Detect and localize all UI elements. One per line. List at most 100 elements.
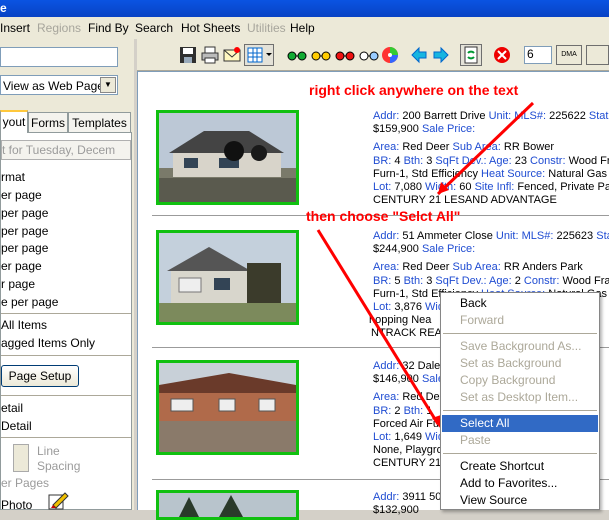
glasses-yellow-icon[interactable] xyxy=(311,46,331,64)
view-select[interactable]: View as Web Page ▼ xyxy=(0,75,118,95)
listing-photo[interactable] xyxy=(156,110,299,205)
color-wheel-icon[interactable] xyxy=(381,46,399,64)
menu-regions[interactable]: Regions xyxy=(37,21,81,35)
view-select-value: View as Web Page xyxy=(3,79,104,93)
listing-heat-line: Forced Air Fur xyxy=(373,418,443,430)
listing-lot-line: Lot: 7,080 Width: 60 Site Infl: Fenced, … xyxy=(373,181,609,193)
listing-area-line: Area: Red Deer Sub Area: RR Bower xyxy=(373,141,555,153)
listing-address-line: Addr: 51 Ammeter Close Unit: MLS#: 22562… xyxy=(373,230,609,242)
menu-insert[interactable]: Insert xyxy=(0,21,30,35)
ctx-set-background[interactable]: Set as Background xyxy=(442,355,598,372)
print-icon[interactable] xyxy=(201,46,219,64)
annotation-select-all: then choose "Selct All" xyxy=(306,208,461,224)
listing-features-line: None, Playgrou xyxy=(373,444,449,456)
listing-broker-line: CENTURY 21 LESAND ADVANTAGE xyxy=(373,194,557,206)
glasses-red-icon[interactable] xyxy=(335,46,355,64)
format-option[interactable]: per page xyxy=(1,224,48,238)
ctx-back[interactable]: Back xyxy=(442,295,598,312)
format-option[interactable]: per page xyxy=(1,241,48,255)
date-field[interactable]: t for Tuesday, Decem xyxy=(1,140,131,160)
title-bar: e xyxy=(0,0,609,17)
page-setup-button[interactable]: Page Setup xyxy=(1,365,79,387)
menu-hot-sheets[interactable]: Hot Sheets xyxy=(181,21,240,35)
save-icon[interactable] xyxy=(179,46,197,64)
window-title: e xyxy=(0,1,7,15)
grid-view-button[interactable] xyxy=(244,44,274,66)
chevron-down-icon[interactable]: ▼ xyxy=(100,77,116,93)
arrow-left-icon[interactable] xyxy=(410,46,428,64)
tab-bar: yout Forms Templates xyxy=(0,110,134,133)
listing-lot-line: Lot: 1,649 Wid xyxy=(373,431,444,443)
email-icon[interactable] xyxy=(223,46,241,64)
stop-icon[interactable] xyxy=(493,46,511,64)
refresh-button[interactable] xyxy=(460,44,482,66)
name-input[interactable] xyxy=(0,47,118,67)
glasses-multi-icon[interactable] xyxy=(359,46,379,64)
listing-address-line: Addr: 200 Barrett Drive Unit: MLS#: 2256… xyxy=(373,110,609,122)
format-option[interactable]: r page xyxy=(1,277,35,291)
arrow-right-icon[interactable] xyxy=(432,46,450,64)
line-spacing-spinner[interactable] xyxy=(13,444,29,472)
listing-rooms-line: BR: 2 Bth: 1 xyxy=(373,405,433,417)
ctx-add-favorites[interactable]: Add to Favorites... xyxy=(442,475,598,492)
tab-layout[interactable]: yout xyxy=(0,110,28,133)
ctx-copy-background[interactable]: Copy Background xyxy=(442,372,598,389)
listing-heat-line: Furn-1, Std Efficiency Heat Source: Natu… xyxy=(373,168,607,180)
format-option[interactable]: per page xyxy=(1,206,48,220)
listing-rooms-line: BR: 5 Bth: 3 SqFt Dev.: Age: 2 Constr: W… xyxy=(373,275,609,287)
detail-option[interactable]: Detail xyxy=(1,419,32,433)
dma-button[interactable]: DMA xyxy=(556,45,582,65)
ctx-separator xyxy=(443,410,597,411)
listing-price-line: $132,900 xyxy=(373,504,419,516)
listing-address-line: Addr: 3911 50 xyxy=(373,491,442,503)
menu-bar: Insert Regions Find By Search Hot Sheets… xyxy=(0,17,609,39)
menu-help[interactable]: Help xyxy=(290,21,315,35)
listing-lot-line: Lot: 3,876 Wid xyxy=(373,301,444,313)
divider xyxy=(1,437,131,438)
ctx-view-source[interactable]: View Source xyxy=(442,492,598,509)
ctx-paste[interactable]: Paste xyxy=(442,432,598,449)
menu-find-by[interactable]: Find By xyxy=(88,21,129,35)
layout-panel: t for Tuesday, Decem rmat er page per pa… xyxy=(0,132,132,512)
pencil-icon[interactable] xyxy=(47,491,69,511)
ctx-save-background[interactable]: Save Background As... xyxy=(442,338,598,355)
listing-area-line: Area: Red Dee xyxy=(373,391,446,403)
format-option[interactable]: er page xyxy=(1,259,42,273)
print-tagged-items[interactable]: agged Items Only xyxy=(1,336,95,350)
detail-option[interactable]: etail xyxy=(1,401,23,415)
listing-price-line: $244,900 Sale Price: xyxy=(373,243,476,255)
format-option[interactable]: e per page xyxy=(1,295,58,309)
print-all-items[interactable]: All Items xyxy=(1,318,47,332)
menu-search[interactable]: Search xyxy=(135,21,173,35)
listing-address-line: Addr: 32 Dale xyxy=(373,360,441,372)
divider xyxy=(1,355,131,356)
glasses-green-icon[interactable] xyxy=(287,46,307,64)
format-label: rmat xyxy=(1,170,25,184)
ctx-forward[interactable]: Forward xyxy=(442,312,598,329)
listing-features-line: hopping Nea xyxy=(369,314,432,326)
line-spacing-label: Line Spacing xyxy=(37,444,81,473)
listing-broker-line: NTRACK REA xyxy=(371,327,442,339)
ctx-set-desktop-item[interactable]: Set as Desktop Item... xyxy=(442,389,598,406)
divider xyxy=(1,395,131,396)
listing-area-line: Area: Red Deer Sub Area: RR Anders Park xyxy=(373,261,583,273)
left-panel: View as Web Page ▼ yout Forms Templates … xyxy=(0,39,134,512)
listing-photo[interactable] xyxy=(156,490,299,520)
pages-label: er Pages xyxy=(1,476,50,490)
menu-utilities[interactable]: Utilities xyxy=(247,21,286,35)
format-option[interactable]: er page xyxy=(1,188,42,202)
listing-photo[interactable] xyxy=(156,230,299,325)
ctx-separator xyxy=(443,333,597,334)
listing-price-line: $159,900 Sale Price: xyxy=(373,123,476,135)
divider xyxy=(1,313,131,314)
listing-price-line: $146,900 Sale xyxy=(373,373,444,385)
toolbar: 6 DMA xyxy=(137,39,609,71)
tab-templates[interactable]: Templates xyxy=(68,112,131,132)
page-count-input[interactable]: 6 xyxy=(524,46,552,64)
open-file-icon[interactable] xyxy=(586,45,609,65)
listing-photo[interactable] xyxy=(156,360,299,455)
context-menu: Back Forward Save Background As... Set a… xyxy=(440,292,600,510)
ctx-select-all[interactable]: Select All xyxy=(442,415,598,432)
tab-forms[interactable]: Forms xyxy=(28,112,68,132)
ctx-create-shortcut[interactable]: Create Shortcut xyxy=(442,458,598,475)
